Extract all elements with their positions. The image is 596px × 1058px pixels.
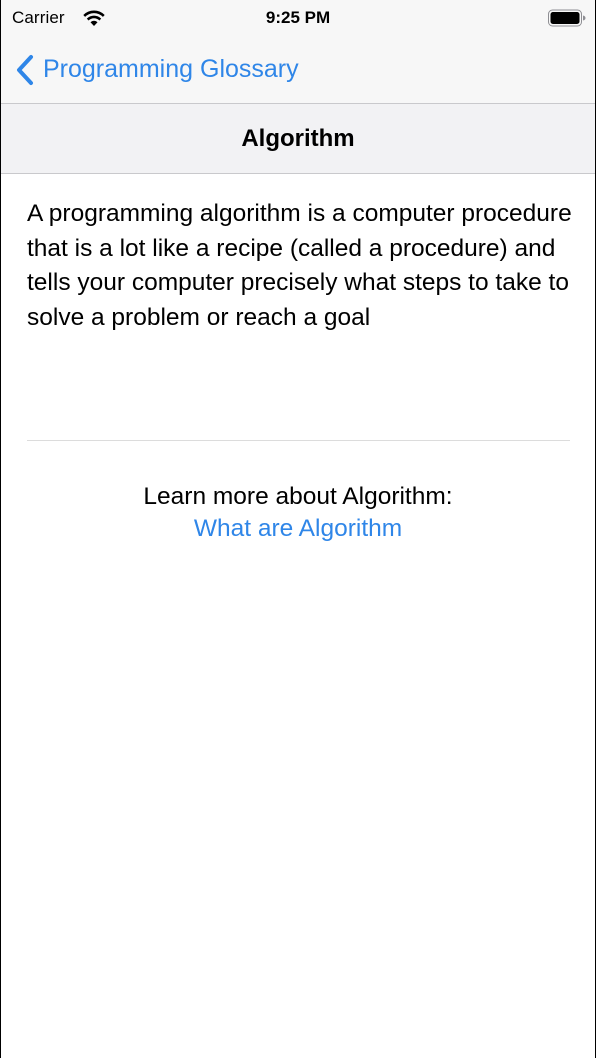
top-bar: Carrier 9:25 PM Programming Glossary bbox=[1, 0, 595, 104]
learn-more-label: Learn more about Algorithm: bbox=[143, 483, 453, 510]
learn-more-link[interactable]: What are Algorithm bbox=[0, 513, 596, 545]
status-bar: Carrier 9:25 PM bbox=[1, 0, 595, 40]
section-header: Algorithm bbox=[1, 104, 595, 174]
navigation-bar: Programming Glossary bbox=[1, 40, 595, 104]
term-title: Algorithm bbox=[241, 125, 355, 152]
term-description: A programming algorithm is a computer pr… bbox=[27, 200, 572, 331]
divider bbox=[27, 440, 570, 441]
status-time: 9:25 PM bbox=[265, 8, 331, 27]
chevron-left-icon[interactable] bbox=[14, 54, 36, 86]
battery-icon bbox=[548, 9, 586, 27]
back-button[interactable]: Programming Glossary bbox=[43, 55, 299, 84]
